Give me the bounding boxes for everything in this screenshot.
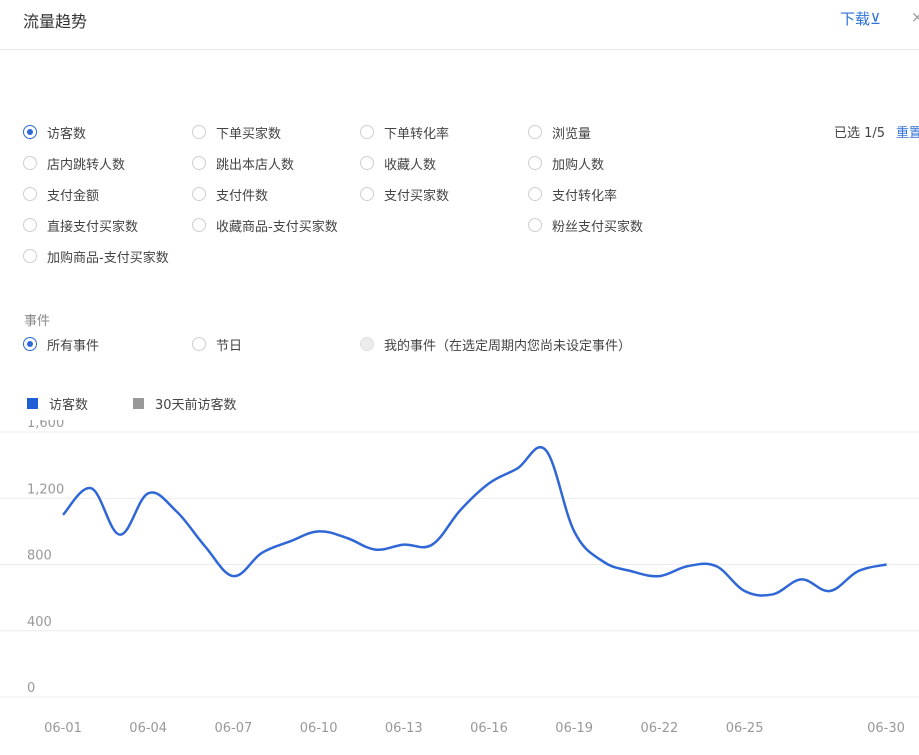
legend-label: 30天前访客数 xyxy=(155,398,237,413)
y-tick-label: 1,200 xyxy=(27,482,64,497)
x-tick-label: 06-19 xyxy=(555,721,593,736)
legend-item-visitors[interactable]: 访客数 xyxy=(27,394,88,413)
metric-option-label: 收藏商品-支付买家数 xyxy=(216,219,338,235)
radio-icon[interactable] xyxy=(192,125,206,139)
radio-icon[interactable] xyxy=(360,125,374,139)
metric-option-favorite-item-paying-buyers[interactable]: 收藏商品-支付买家数 xyxy=(192,215,338,235)
metric-option-payment-amount[interactable]: 支付金额 xyxy=(23,184,99,204)
radio-icon[interactable] xyxy=(23,249,37,263)
metric-option-label: 下单买家数 xyxy=(216,126,282,142)
radio-icon[interactable] xyxy=(192,337,206,351)
metric-option-label: 店内跳转人数 xyxy=(47,157,126,173)
radio-icon[interactable] xyxy=(192,187,206,201)
radio-icon[interactable] xyxy=(528,125,542,139)
series-line-visitors[interactable] xyxy=(62,446,887,597)
x-tick-label: 06-04 xyxy=(129,721,167,736)
event-option-label: 我的事件（在选定周期内您尚未设定事件） xyxy=(384,338,632,354)
metric-option-label: 支付件数 xyxy=(216,188,269,204)
y-tick-label: 1,600 xyxy=(27,420,64,431)
metric-option-label: 支付金额 xyxy=(47,188,100,204)
radio-icon[interactable] xyxy=(23,337,37,351)
close-icon[interactable]: × xyxy=(911,8,919,26)
x-tick-label: 06-22 xyxy=(641,721,679,736)
radio-icon[interactable] xyxy=(23,218,37,232)
radio-icon xyxy=(360,337,374,351)
radio-icon[interactable] xyxy=(360,187,374,201)
metric-option-label: 加购商品-支付买家数 xyxy=(47,250,169,266)
metric-option-order-conversion[interactable]: 下单转化率 xyxy=(360,122,449,142)
x-tick-label: 06-07 xyxy=(215,721,253,736)
metric-option-visitors[interactable]: 访客数 xyxy=(23,122,86,142)
header-bar: 流量趋势 下载⊻ × xyxy=(0,0,919,50)
event-option-holidays[interactable]: 节日 xyxy=(192,334,242,354)
metric-option-fan-paying-buyers[interactable]: 粉丝支付买家数 xyxy=(528,215,643,235)
metric-option-label: 浏览量 xyxy=(552,126,592,142)
radio-icon[interactable] xyxy=(192,156,206,170)
metric-option-label: 加购人数 xyxy=(552,157,605,173)
page-title: 流量趋势 xyxy=(23,12,88,31)
radio-icon[interactable] xyxy=(528,156,542,170)
metric-option-label: 直接支付买家数 xyxy=(47,219,139,235)
metric-option-pageviews[interactable]: 浏览量 xyxy=(528,122,591,142)
radio-icon[interactable] xyxy=(360,156,374,170)
metric-option-direct-paying-buyers[interactable]: 直接支付买家数 xyxy=(23,215,138,235)
event-option-label: 所有事件 xyxy=(47,338,100,354)
metric-option-add-to-cart[interactable]: 加购人数 xyxy=(528,153,604,173)
metric-option-favorites[interactable]: 收藏人数 xyxy=(360,153,436,173)
radio-icon[interactable] xyxy=(23,125,37,139)
metric-option-label: 支付转化率 xyxy=(552,188,618,204)
metric-option-label: 下单转化率 xyxy=(384,126,450,142)
event-option-my-events: 我的事件（在选定周期内您尚未设定事件） xyxy=(360,334,631,354)
legend-swatch xyxy=(27,398,38,409)
x-tick-label: 06-13 xyxy=(385,721,423,736)
events-title: 事件 xyxy=(24,314,51,329)
metric-option-paying-buyers[interactable]: 支付买家数 xyxy=(360,184,449,204)
event-option-all[interactable]: 所有事件 xyxy=(23,334,99,354)
reset-link[interactable]: 重置 xyxy=(896,122,919,141)
metric-option-label: 访客数 xyxy=(47,126,87,142)
radio-icon[interactable] xyxy=(528,218,542,232)
x-axis-labels: 06-01 06-04 06-07 06-10 06-13 06-16 06-19 06-22… xyxy=(44,721,905,736)
metric-option-label: 粉丝支付买家数 xyxy=(552,219,644,235)
x-tick-label: 06-01 xyxy=(44,721,82,736)
y-tick-label: 0 xyxy=(27,681,35,696)
series-layer xyxy=(62,446,887,597)
radio-icon[interactable] xyxy=(23,156,37,170)
x-tick-label: 06-16 xyxy=(470,721,508,736)
y-tick-label: 400 xyxy=(27,615,52,630)
download-link[interactable]: 下载⊻ xyxy=(840,8,881,29)
metric-option-label: 收藏人数 xyxy=(384,157,437,173)
radio-icon[interactable] xyxy=(23,187,37,201)
y-axis-labels: 1,600 1,200 800 400 0 xyxy=(27,420,64,696)
metric-option-label: 跳出本店人数 xyxy=(216,157,295,173)
radio-icon[interactable] xyxy=(528,187,542,201)
metric-option-label: 支付买家数 xyxy=(384,188,450,204)
trend-chart: 1,6001,2008004000 06-01 06-04 06-07 06-10 06… xyxy=(0,420,919,736)
y-tick-label: 800 xyxy=(27,549,52,564)
legend-item-visitors-30-days-ago[interactable]: 30天前访客数 xyxy=(133,394,237,413)
legend-label: 访客数 xyxy=(49,398,89,413)
selected-count: 已选 1/5 xyxy=(834,126,886,141)
metric-option-bounce[interactable]: 跳出本店人数 xyxy=(192,153,294,173)
grid-layer xyxy=(0,431,919,698)
metric-option-payment-conversion[interactable]: 支付转化率 xyxy=(528,184,617,204)
metric-option-order-buyers[interactable]: 下单买家数 xyxy=(192,122,281,142)
x-tick-label: 06-25 xyxy=(726,721,764,736)
radio-icon[interactable] xyxy=(192,218,206,232)
metric-option-payment-items[interactable]: 支付件数 xyxy=(192,184,268,204)
x-tick-label: 06-10 xyxy=(300,721,338,736)
metric-option-cart-item-paying-buyers[interactable]: 加购商品-支付买家数 xyxy=(23,246,169,266)
metric-option-in-store-jumps[interactable]: 店内跳转人数 xyxy=(23,153,125,173)
legend-swatch xyxy=(133,398,144,409)
event-option-label: 节日 xyxy=(216,338,243,354)
x-tick-label: 06-30 xyxy=(867,721,905,736)
